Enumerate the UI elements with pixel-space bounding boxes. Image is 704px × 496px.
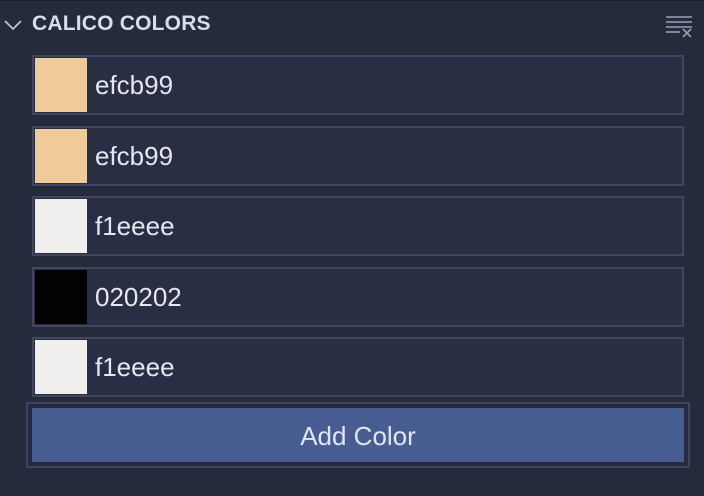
color-swatch[interactable] — [35, 128, 87, 183]
color-hex-label: efcb99 — [95, 70, 174, 100]
panel-title: CALICO COLORS — [32, 12, 211, 35]
chevron-down-icon[interactable] — [3, 17, 23, 33]
color-hex-label: efcb99 — [95, 140, 174, 171]
color-hex-label: f1eeee — [95, 211, 175, 241]
color-swatch[interactable] — [35, 340, 87, 394]
color-row[interactable]: f1eeee — [32, 337, 684, 397]
color-row[interactable]: 020202 — [32, 266, 684, 327]
color-swatch[interactable] — [35, 269, 87, 324]
color-swatch[interactable] — [35, 199, 87, 253]
color-list: efcb99 efcb99 f1eeee 020202 f1eeee — [32, 55, 684, 408]
panel-header[interactable]: CALICO COLORS — [0, 1, 704, 49]
color-hex-label: f1eeee — [95, 352, 175, 382]
color-swatch[interactable] — [35, 58, 87, 112]
color-row[interactable]: efcb99 — [32, 125, 684, 186]
clear-all-icon[interactable] — [664, 14, 694, 38]
color-hex-label: 020202 — [95, 281, 182, 312]
add-color-button[interactable]: Add Color — [32, 408, 684, 462]
add-color-focus-ring: Add Color — [26, 402, 690, 468]
color-row[interactable]: f1eeee — [32, 196, 684, 256]
color-row[interactable]: efcb99 — [32, 55, 684, 115]
calico-colors-panel: CALICO COLORS efcb99 efcb99 f1eeee 02020… — [0, 0, 704, 496]
